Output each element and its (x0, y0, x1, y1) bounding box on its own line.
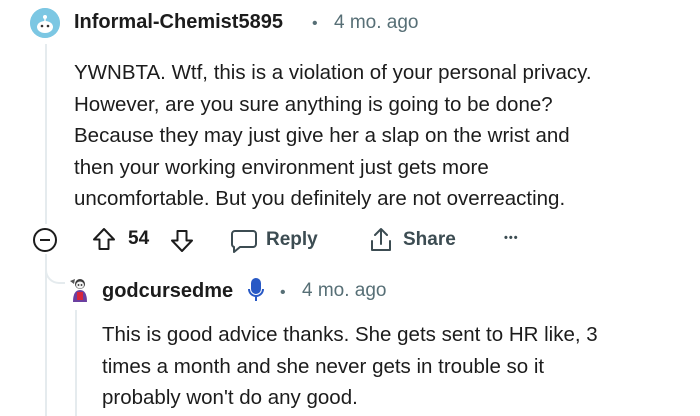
thread-elbow (45, 254, 65, 284)
thread-line-main (45, 44, 47, 224)
downvote-button[interactable] (169, 228, 195, 254)
snoo-avatar-icon (70, 279, 87, 302)
meta-separator: • (312, 15, 318, 32)
minus-icon (40, 239, 50, 241)
reply-timestamp[interactable]: 4 mo. ago (302, 280, 387, 302)
downvote-arrow-icon (171, 230, 193, 252)
snoo-avatar-icon (30, 8, 60, 38)
reply-body: This is good advice thanks. She gets sen… (102, 319, 700, 414)
reply-avatar[interactable] (66, 275, 94, 303)
reply-line: This is good advice thanks. She gets sen… (102, 323, 598, 346)
reply-button[interactable]: Reply (266, 229, 318, 251)
meta-separator: • (280, 284, 286, 301)
comment-line: YWNBTA. Wtf, this is a violation of your… (74, 61, 592, 84)
reply-icon-wrap[interactable] (230, 228, 258, 254)
more-options-button[interactable]: ••• (504, 232, 519, 244)
microphone-icon (247, 276, 265, 304)
thread-line-reply (75, 310, 77, 416)
comment-line: uncomfortable. But you definitely are no… (74, 187, 566, 210)
thread-line-connector (45, 258, 47, 416)
share-icon-wrap[interactable] (368, 226, 394, 254)
comment-timestamp[interactable]: 4 mo. ago (334, 12, 419, 34)
reply-line: probably won't do any good. (102, 386, 358, 409)
avatar[interactable] (30, 8, 60, 38)
comment-line: Because they may just give her a slap on… (74, 124, 570, 147)
upvote-button[interactable] (91, 226, 117, 252)
reply-author[interactable]: godcursedme (102, 280, 233, 303)
speech-bubble-icon (231, 230, 257, 253)
vote-count: 54 (128, 228, 150, 249)
comment-line: then your working environment just gets … (74, 155, 489, 179)
comment-body: YWNBTA. Wtf, this is a violation of your… (74, 57, 694, 215)
comment-line: However, are you sure anything is going … (74, 92, 553, 116)
share-icon (371, 228, 391, 251)
reply-line: times a month and she never gets in trou… (102, 354, 545, 378)
upvote-arrow-icon (93, 228, 115, 250)
collapse-button[interactable] (33, 228, 57, 252)
share-button[interactable]: Share (403, 229, 456, 251)
comment-author[interactable]: Informal-Chemist5895 (74, 11, 283, 34)
